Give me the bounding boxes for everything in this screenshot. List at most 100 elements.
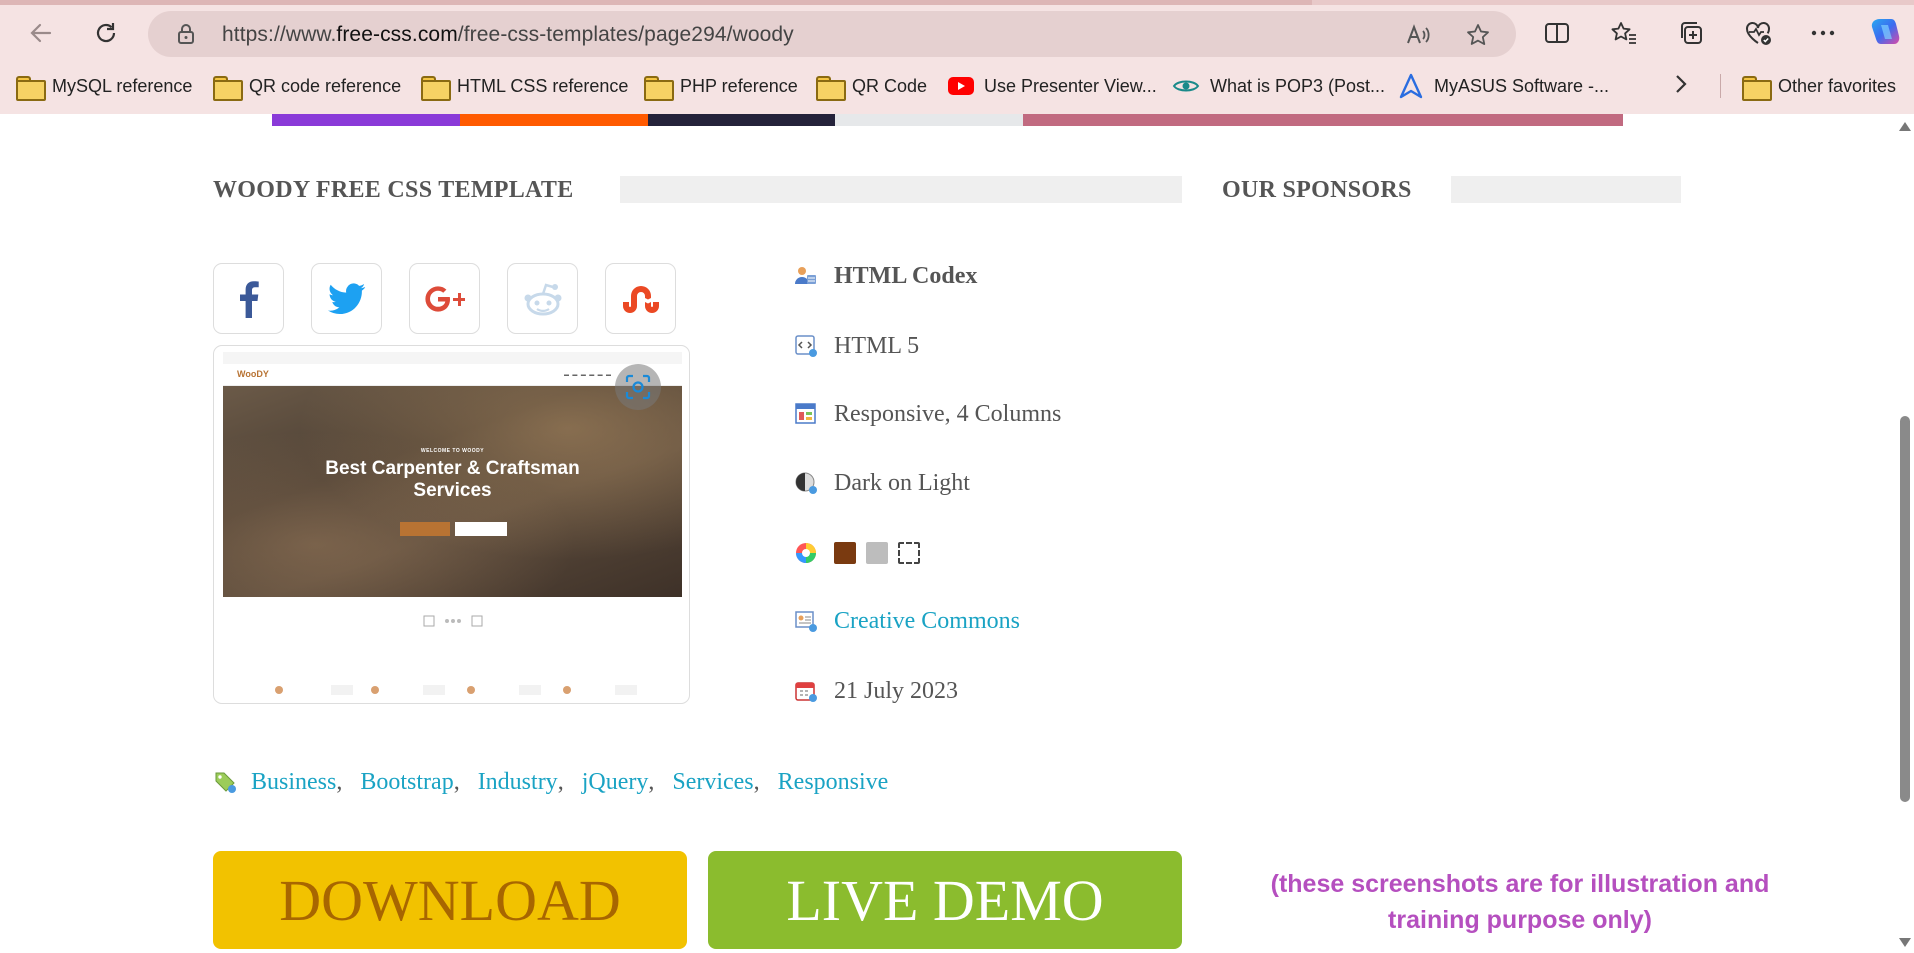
color-swatch-brown [834, 542, 856, 564]
preview-hero: WELCOME TO WOODY Best Carpenter & Crafts… [223, 386, 682, 627]
heart-pulse-icon [1746, 22, 1771, 45]
bookmark-label: MyASUS Software -... [1434, 75, 1610, 96]
tag-separator: , [453, 768, 460, 795]
tag-bootstrap[interactable]: Bootstrap [360, 769, 453, 796]
thumbnail-strip-light[interactable] [835, 114, 1023, 126]
eye-icon [1172, 77, 1200, 95]
license-icon [794, 609, 818, 633]
visual-search-button[interactable] [615, 364, 661, 410]
preview-heading-line2: Services [413, 480, 492, 501]
refresh-button[interactable] [85, 12, 127, 54]
visual-search-icon [625, 374, 651, 400]
bookmark-label: What is POP3 (Post... [1210, 75, 1386, 96]
bookmark-label: HTML CSS reference [457, 75, 629, 96]
color-swatch-gray [866, 542, 888, 564]
collections-icon [1681, 22, 1702, 44]
tag-industry[interactable]: Industry [478, 769, 558, 796]
asus-icon [1398, 73, 1424, 99]
bookmark-label: QR Code [852, 75, 928, 96]
layout-text: Responsive, 4 Columns [834, 400, 1062, 427]
share-twitter-button[interactable] [311, 263, 382, 334]
facebook-icon [239, 280, 259, 318]
info-layout: Responsive, 4 Columns [794, 398, 1061, 430]
page-scrollbar[interactable] [1896, 114, 1914, 953]
layout-icon [794, 402, 818, 426]
bookmark-myasus[interactable]: MyASUS Software -... [1398, 70, 1609, 102]
browser-essentials-button[interactable] [1738, 13, 1778, 53]
note-line1: (these screenshots are for illustration … [1270, 870, 1770, 898]
thumbnail-strip-rose[interactable] [1023, 114, 1623, 126]
bookmark-label: Use Presenter View... [984, 75, 1157, 96]
back-button[interactable] [20, 12, 62, 54]
bookmark-html-css-reference[interactable]: HTML CSS reference [421, 70, 628, 102]
favorite-star-icon[interactable] [1464, 21, 1492, 49]
tag-separator: , [557, 768, 564, 795]
preview-logo: WooDY [237, 369, 269, 379]
share-facebook-button[interactable] [213, 263, 284, 334]
tag-jquery[interactable]: jQuery [582, 769, 649, 796]
url-text[interactable]: https://www.free-css.com/free-css-templa… [222, 23, 794, 47]
author-text: HTML Codex [834, 262, 978, 289]
contrast-icon [794, 471, 818, 495]
folder-icon [213, 75, 243, 101]
stumbleupon-icon [622, 285, 659, 313]
favorites-button[interactable] [1604, 13, 1644, 53]
thumbnail-strip-dark[interactable] [648, 114, 835, 126]
preview-feature-row [223, 682, 682, 698]
info-scheme: Dark on Light [794, 467, 970, 499]
scheme-text: Dark on Light [834, 469, 970, 496]
sponsors-rule [1451, 176, 1681, 203]
preview-image: WooDY ▬ ▬ ▬ ▬ ▬ ▬ WELCOME TO WOODY Best … [223, 352, 682, 698]
template-preview[interactable]: WooDY ▬ ▬ ▬ ▬ ▬ ▬ WELCOME TO WOODY Best … [213, 345, 690, 704]
bookmark-separator [1720, 74, 1721, 98]
bookmark-mysql-reference[interactable]: MySQL reference [16, 70, 192, 102]
tag-separator: , [753, 768, 760, 795]
download-button[interactable]: DOWNLOAD [213, 851, 687, 949]
bookmark-qr-code[interactable]: QR Code [816, 70, 927, 102]
bookmark-presenter-view[interactable]: Use Presenter View... [948, 70, 1157, 102]
bookmark-pop3[interactable]: What is POP3 (Post... [1172, 70, 1385, 102]
thumbnail-strip-orange[interactable] [460, 114, 648, 126]
tag-services[interactable]: Services [672, 769, 753, 796]
address-bar[interactable]: https://www.free-css.com/free-css-templa… [148, 11, 1516, 57]
bookmark-label: MySQL reference [52, 75, 193, 96]
more-options-button[interactable] [1803, 13, 1843, 53]
illustration-note: (these screenshots are for illustration … [1240, 866, 1800, 938]
scroll-down-arrow-icon[interactable] [1899, 938, 1911, 947]
share-stumbleupon-button[interactable] [605, 263, 676, 334]
url-host: free-css.com [336, 23, 458, 46]
calendar-icon [794, 679, 818, 703]
scroll-up-arrow-icon[interactable] [1899, 122, 1911, 131]
browser-chrome: https://www.free-css.com/free-css-templa… [0, 0, 1914, 114]
info-license: Creative Commons [794, 605, 1020, 637]
split-screen-icon [1545, 23, 1569, 43]
bookmark-other-favorites[interactable]: Other favorites [1742, 70, 1896, 102]
lock-icon[interactable] [176, 23, 196, 50]
google-plus-icon [424, 285, 465, 312]
url-path: /free-css-templates/page294/woody [457, 23, 794, 46]
bookmarks-overflow-button[interactable] [1674, 70, 1688, 102]
read-aloud-icon[interactable] [1404, 21, 1432, 49]
folder-icon [16, 75, 46, 101]
bookmark-php-reference[interactable]: PHP reference [644, 70, 798, 102]
twitter-icon [327, 282, 365, 314]
code-icon [794, 334, 818, 358]
preview-topbar [223, 352, 682, 364]
live-demo-button[interactable]: LIVE DEMO [708, 851, 1182, 949]
share-google-plus-button[interactable] [409, 263, 480, 334]
scrollbar-thumb[interactable] [1900, 416, 1910, 802]
bookmarks-bar: MySQL reference QR code reference HTML C… [0, 66, 1914, 106]
split-screen-button[interactable] [1537, 13, 1577, 53]
folder-icon [1742, 75, 1772, 101]
tag-responsive[interactable]: Responsive [778, 769, 889, 796]
share-reddit-button[interactable] [507, 263, 578, 334]
reddit-icon [524, 282, 561, 315]
collections-button[interactable] [1671, 13, 1711, 53]
license-link[interactable]: Creative Commons [834, 608, 1020, 635]
tag-business[interactable]: Business [251, 769, 336, 796]
copilot-button[interactable] [1865, 13, 1905, 53]
thumbnail-strip-purple[interactable] [272, 114, 460, 126]
bookmark-qr-code-reference[interactable]: QR code reference [213, 70, 401, 102]
page-content: WOODY FREE CSS TEMPLATE OUR SPONSORS Woo… [0, 114, 1896, 953]
info-author: HTML Codex [794, 260, 977, 292]
